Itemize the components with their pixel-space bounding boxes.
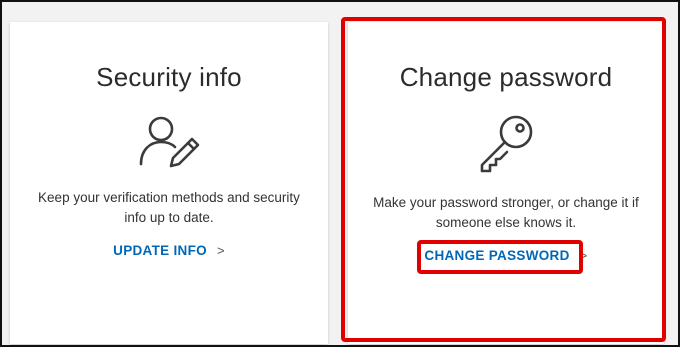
chevron-right-icon: > bbox=[579, 248, 588, 263]
security-info-title: Security info bbox=[96, 62, 242, 92]
screenshot-frame: Security info Keep your verification met… bbox=[0, 0, 680, 347]
change-password-description: Make your password stronger, or change i… bbox=[373, 195, 639, 230]
update-info-label: UPDATE INFO bbox=[113, 243, 207, 258]
change-password-title: Change password bbox=[399, 62, 613, 92]
change-password-label: CHANGE PASSWORD bbox=[424, 248, 570, 263]
change-password-card: Change password Make your password stron… bbox=[348, 22, 664, 344]
chevron-right-icon: > bbox=[216, 243, 225, 258]
key-icon bbox=[480, 115, 533, 173]
security-info-description: Keep your verification methods and secur… bbox=[38, 190, 300, 225]
change-password-link[interactable]: CHANGE PASSWORD > bbox=[348, 248, 664, 263]
update-info-link[interactable]: UPDATE INFO > bbox=[10, 243, 328, 258]
user-edit-icon bbox=[139, 116, 200, 168]
security-info-card: Security info Keep your verification met… bbox=[10, 22, 328, 344]
